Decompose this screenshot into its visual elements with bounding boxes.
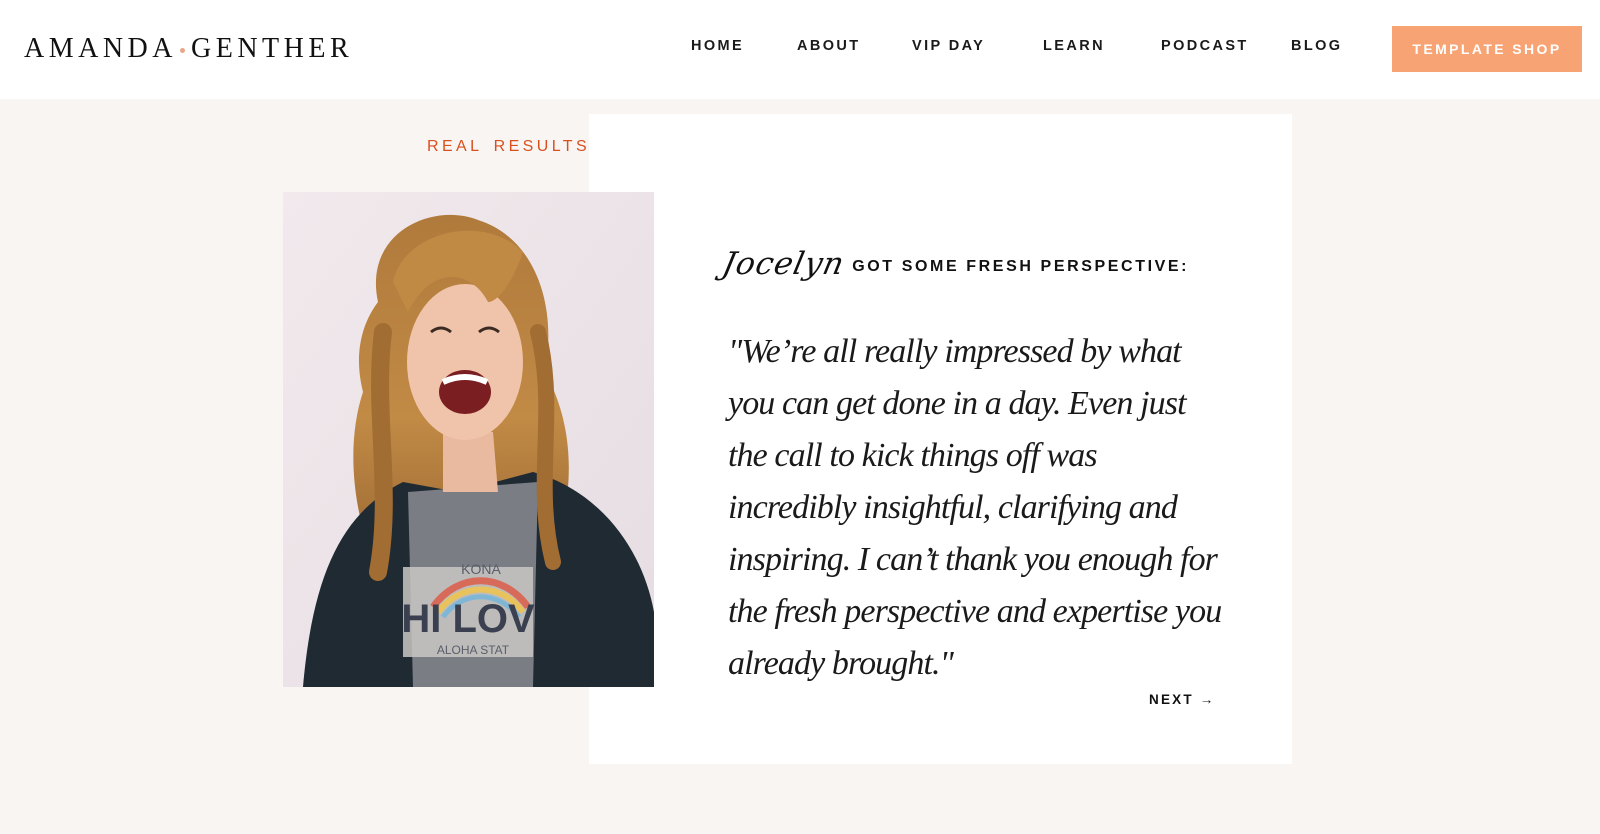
testimonial-heading: Jocelyn GOT SOME FRESH PERSPECTIVE: — [719, 246, 1190, 282]
testimonial-quote: "We’re all really impressed by what you … — [728, 333, 1222, 682]
nav-home[interactable]: HOME — [691, 38, 744, 54]
site-header: AMANDA GENTHER HOME ABOUT VIP DAY LEARN … — [0, 0, 1600, 99]
nav-podcast[interactable]: PODCAST — [1161, 38, 1249, 54]
testimonial-photo: KONA HI LOV ALOHA STAT — [283, 192, 654, 687]
site-logo[interactable]: AMANDA GENTHER — [24, 30, 353, 68]
nav-blog[interactable]: BLOG — [1291, 38, 1343, 54]
next-testimonial-link[interactable]: NEXT → — [1149, 692, 1215, 707]
shirt-text-line1: KONA — [461, 561, 501, 577]
logo-second-word: GENTHER — [191, 33, 354, 64]
nav-learn[interactable]: LEARN — [1043, 38, 1105, 54]
client-name: Jocelyn — [719, 246, 849, 282]
nav-about[interactable]: ABOUT — [797, 38, 861, 54]
logo-first-word: AMANDA — [24, 33, 177, 64]
shirt-text-line2: HI LOV — [401, 597, 535, 641]
shirt-text-line3: ALOHA STAT — [437, 643, 510, 657]
heading-text: GOT SOME FRESH PERSPECTIVE: — [852, 258, 1190, 275]
template-shop-button[interactable]: TEMPLATE SHOP — [1392, 26, 1582, 72]
nav-vip-day[interactable]: VIP DAY — [912, 38, 985, 54]
logo-dot-icon — [180, 47, 185, 53]
section-label: REAL RESULTS — [427, 138, 591, 155]
